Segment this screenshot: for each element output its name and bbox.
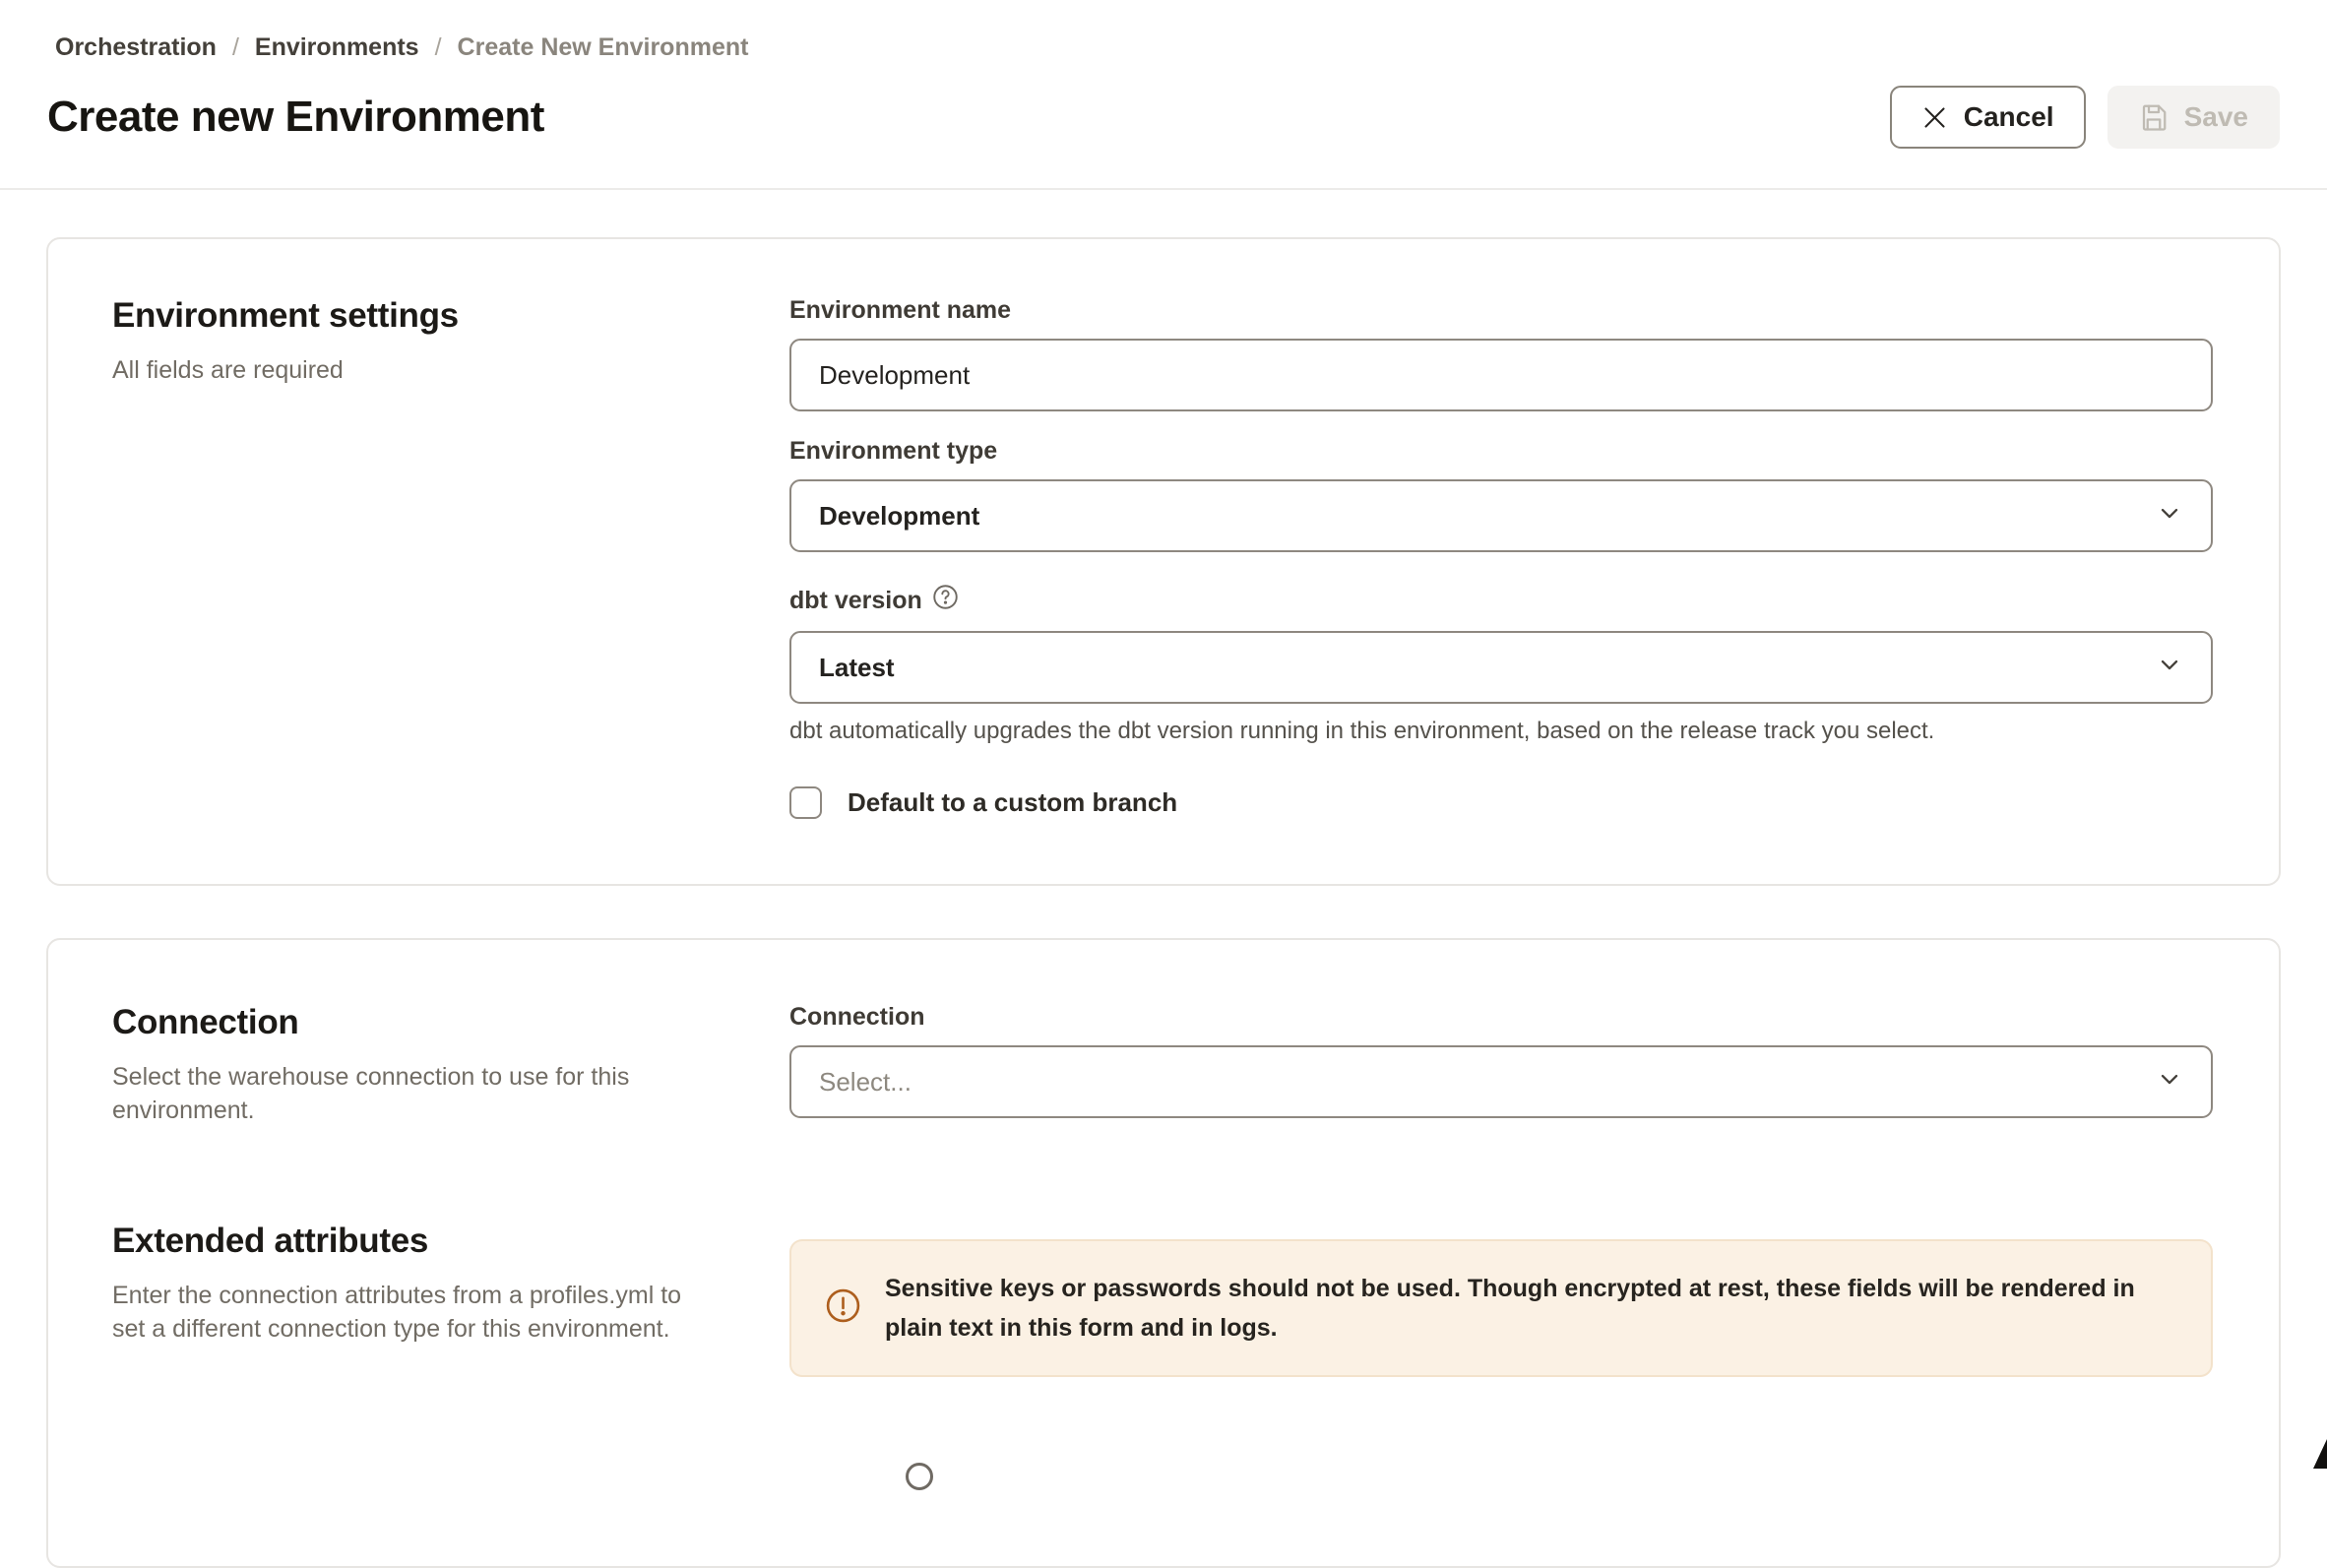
- environment-type-select[interactable]: Development: [789, 479, 2213, 552]
- save-button-label: Save: [2184, 101, 2248, 133]
- header-actions: Cancel Save: [1890, 86, 2280, 149]
- dbt-version-label: dbt version: [789, 584, 2213, 617]
- dbt-version-value: Latest: [819, 653, 895, 683]
- dbt-version-helper-text: dbt automatically upgrades the dbt versi…: [789, 718, 2213, 745]
- chevron-down-icon: [2156, 499, 2183, 533]
- extended-attributes-subtitle: Enter the connection attributes from a p…: [112, 1279, 703, 1346]
- sensitive-keys-warning-banner: Sensitive keys or passwords should not b…: [789, 1239, 2213, 1377]
- breadcrumb: Orchestration / Environments / Create Ne…: [55, 33, 2280, 62]
- environment-settings-card: Environment settings All fields are requ…: [46, 237, 2281, 886]
- breadcrumb-separator: /: [435, 33, 442, 62]
- custom-branch-checkbox-label: Default to a custom branch: [848, 787, 1177, 818]
- breadcrumb-separator: /: [232, 33, 239, 62]
- environment-name-label: Environment name: [789, 296, 2213, 325]
- connection-select[interactable]: Select...: [789, 1045, 2213, 1118]
- warning-icon: [825, 1287, 861, 1329]
- environment-settings-title: Environment settings: [112, 296, 730, 336]
- chevron-down-icon: [2156, 1065, 2183, 1099]
- environment-type-label: Environment type: [789, 437, 2213, 466]
- page-header: Orchestration / Environments / Create Ne…: [0, 0, 2327, 190]
- environment-settings-subtitle: All fields are required: [112, 353, 703, 387]
- dbt-version-select[interactable]: Latest: [789, 631, 2213, 704]
- connection-subtitle: Select the warehouse connection to use f…: [112, 1060, 703, 1127]
- breadcrumb-current-page: Create New Environment: [458, 33, 749, 62]
- connection-title: Connection: [112, 1003, 730, 1042]
- environment-name-input[interactable]: [789, 339, 2213, 411]
- save-button[interactable]: Save: [2107, 86, 2280, 149]
- breadcrumb-orchestration[interactable]: Orchestration: [55, 33, 217, 62]
- cancel-button-label: Cancel: [1964, 101, 2054, 133]
- extended-attributes-title: Extended attributes: [112, 1222, 730, 1261]
- save-icon: [2139, 102, 2169, 132]
- page-title: Create new Environment: [47, 93, 544, 142]
- chevron-down-icon: [2156, 651, 2183, 685]
- connection-card: Connection Select the warehouse connecti…: [46, 938, 2281, 1568]
- cancel-button[interactable]: Cancel: [1890, 86, 2086, 149]
- custom-branch-checkbox-row[interactable]: Default to a custom branch: [789, 786, 2213, 819]
- connection-label: Connection: [789, 1003, 2213, 1032]
- custom-branch-checkbox[interactable]: [789, 786, 822, 819]
- close-icon: [1921, 104, 1948, 131]
- breadcrumb-environments[interactable]: Environments: [255, 33, 419, 62]
- help-icon[interactable]: [932, 584, 959, 617]
- warning-text: Sensitive keys or passwords should not b…: [885, 1269, 2177, 1348]
- corner-artifact: [2313, 1439, 2327, 1469]
- connection-placeholder: Select...: [819, 1067, 912, 1098]
- environment-type-value: Development: [819, 501, 979, 532]
- help-icon-partial: [906, 1463, 933, 1490]
